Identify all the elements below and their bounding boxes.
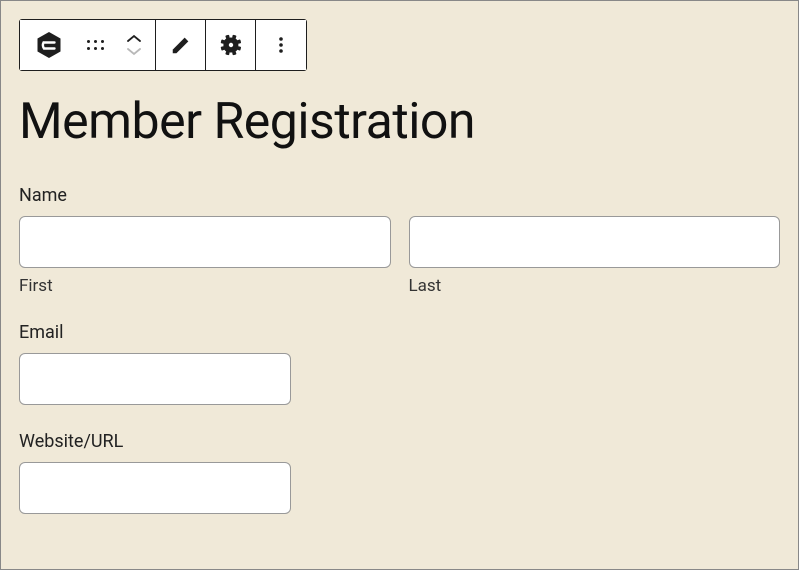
- chevron-up-icon: [126, 34, 142, 44]
- more-options-button[interactable]: [256, 20, 306, 70]
- gear-icon: [219, 33, 243, 57]
- form-title: Member Registration: [19, 93, 780, 151]
- name-label: Name: [19, 185, 780, 206]
- settings-button[interactable]: [206, 20, 256, 70]
- website-label: Website/URL: [19, 431, 780, 452]
- more-vertical-icon: [271, 35, 291, 55]
- first-name-sublabel: First: [19, 276, 391, 296]
- pencil-icon: [170, 34, 192, 56]
- drag-handle-button[interactable]: [78, 20, 112, 70]
- website-input[interactable]: [19, 462, 291, 514]
- last-name-input[interactable]: [409, 216, 781, 268]
- form-body: Name First Last Email Website/URL: [19, 185, 780, 514]
- email-input[interactable]: [19, 353, 291, 405]
- gravity-forms-icon: [34, 30, 64, 60]
- name-row: First Last: [19, 216, 780, 296]
- block-type-button[interactable]: [20, 20, 78, 70]
- block-toolbar: [19, 19, 307, 71]
- move-down-button[interactable]: [126, 46, 142, 56]
- chevron-down-icon: [126, 46, 142, 56]
- email-label: Email: [19, 322, 780, 343]
- move-up-button[interactable]: [126, 34, 142, 44]
- drag-handle-icon: [87, 37, 103, 53]
- last-name-sublabel: Last: [409, 276, 781, 296]
- first-name-input[interactable]: [19, 216, 391, 268]
- edit-button[interactable]: [156, 20, 206, 70]
- editor-canvas: Member Registration Name First Last Emai…: [0, 0, 799, 570]
